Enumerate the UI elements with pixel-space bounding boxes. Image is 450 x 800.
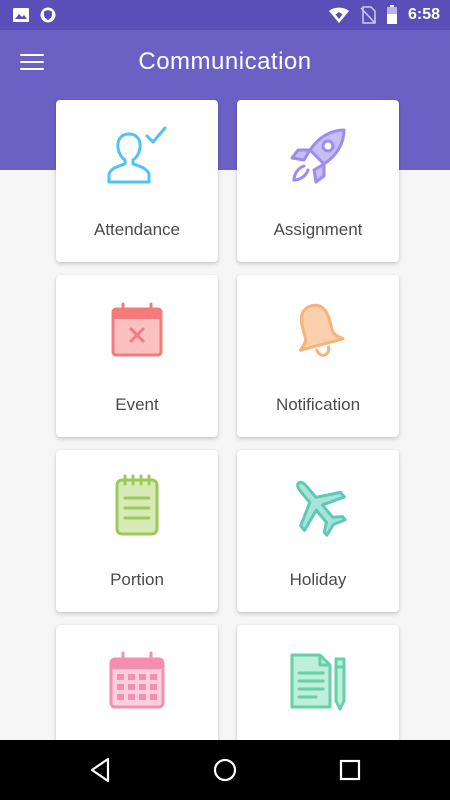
module-grid: Attendance Assignment Event Notification… (0, 0, 450, 787)
holiday-card[interactable]: Holiday (237, 450, 399, 612)
bell-icon (298, 303, 345, 357)
portion-label: Portion (110, 570, 164, 589)
attendance-label: Attendance (93, 220, 180, 239)
calendar-x-icon (111, 302, 163, 357)
recents-icon[interactable] (335, 756, 365, 784)
document-pen-icon (290, 653, 346, 711)
assignment-card[interactable]: Assignment (237, 100, 399, 262)
navigation-bar (0, 740, 450, 800)
rocket-icon (290, 128, 346, 184)
attendance-card[interactable]: Attendance (56, 100, 218, 262)
back-icon[interactable] (86, 756, 116, 784)
assignment-label: Assignment (273, 220, 363, 239)
airplane-icon (296, 480, 347, 537)
event-label: Event (115, 395, 159, 414)
event-card[interactable]: Event (56, 275, 218, 437)
holiday-label: Holiday (289, 570, 347, 589)
notification-label: Notification (275, 395, 361, 414)
person-check-icon (107, 126, 167, 184)
portion-card[interactable]: Portion (56, 450, 218, 612)
notepad-icon (115, 474, 159, 536)
home-icon[interactable] (210, 756, 240, 784)
calendar-grid-icon (109, 651, 165, 709)
notification-card[interactable]: Notification (237, 275, 399, 437)
